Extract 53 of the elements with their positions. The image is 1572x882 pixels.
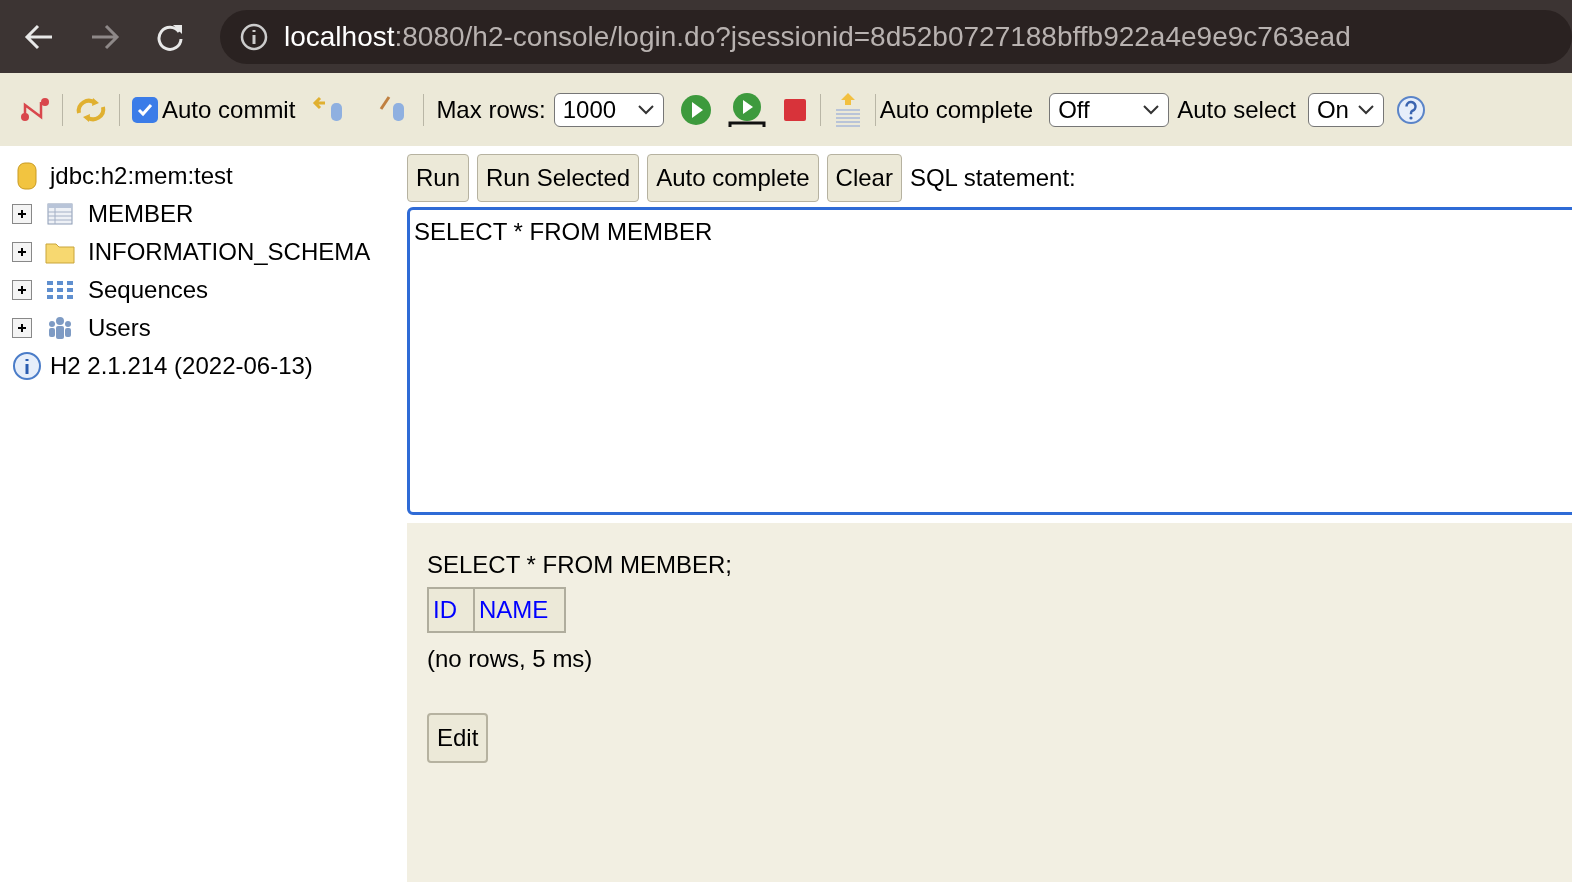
sql-statement-label: SQL statement:: [909, 163, 1076, 193]
column-header[interactable]: NAME: [474, 588, 566, 632]
run-selected-icon[interactable]: [727, 91, 766, 128]
auto-commit-checkbox[interactable]: [132, 96, 158, 123]
expand-toggle[interactable]: [12, 242, 32, 262]
auto-select-label: Auto select: [1177, 94, 1296, 125]
result-summary: (no rows, 5 ms): [427, 644, 593, 674]
chevron-down-icon: [636, 103, 655, 116]
edit-button[interactable]: Edit: [427, 713, 489, 763]
grid-icon: [45, 279, 75, 301]
plus-icon: [16, 208, 28, 220]
tree-item[interactable]: Users: [88, 310, 151, 346]
url-text: localhost:8080/h2-console/login.do?jsessionid=8d52b0727188bffb922a4e9e9c763ead: [284, 19, 1351, 54]
address-bar[interactable]: localhost:8080/h2-console/login.do?jsessionid=8d52b0727188bffb922a4e9e9c763ead: [220, 9, 1572, 64]
database-icon: [16, 161, 38, 191]
info-icon: [12, 351, 42, 381]
plus-icon: [16, 284, 28, 296]
column-header[interactable]: ID: [428, 588, 474, 632]
play-icon[interactable]: [679, 93, 712, 126]
help-icon[interactable]: [1395, 94, 1426, 125]
forward-arrow-icon[interactable]: [90, 23, 120, 50]
tree-item[interactable]: INFORMATION_SCHEMA: [88, 234, 371, 270]
toolbar-button[interactable]: Clear: [826, 154, 902, 202]
info-icon[interactable]: [240, 22, 268, 51]
disconnect-icon[interactable]: [20, 96, 50, 123]
auto-commit-label: Auto commit: [162, 94, 296, 125]
toolbar-button[interactable]: Auto complete: [647, 154, 819, 202]
expand-toggle[interactable]: [12, 318, 32, 338]
folder-icon: [45, 240, 75, 264]
tree-item[interactable]: Sequences: [88, 272, 209, 308]
chevron-down-icon: [1142, 103, 1161, 116]
chevron-down-icon: [1356, 103, 1375, 116]
users-icon: [47, 315, 73, 341]
sql-editor[interactable]: SELECT * FROM MEMBER: [407, 207, 1572, 515]
plus-icon: [16, 322, 28, 334]
auto-complete-label: Auto complete: [879, 94, 1034, 125]
toolbar-button[interactable]: Run: [407, 154, 470, 202]
max-rows-label: Max rows:: [436, 94, 546, 125]
version-label: H2 2.1.214 (2022-06-13): [50, 351, 313, 381]
result-statement: SELECT * FROM MEMBER;: [427, 550, 732, 580]
max-rows-select[interactable]: 1000: [553, 92, 664, 127]
stop-icon[interactable]: [781, 96, 808, 123]
tree-item[interactable]: MEMBER: [88, 196, 194, 232]
expand-toggle[interactable]: [12, 280, 32, 300]
toolbar-button[interactable]: Run Selected: [477, 154, 640, 202]
back-arrow-icon[interactable]: [24, 23, 54, 50]
auto-complete-select[interactable]: Off: [1049, 92, 1170, 127]
connection-label[interactable]: jdbc:h2:mem:test: [50, 158, 233, 194]
reload-icon[interactable]: [156, 22, 184, 51]
auto-select-select[interactable]: On: [1307, 92, 1384, 127]
expand-toggle[interactable]: [12, 204, 32, 224]
plus-icon: [16, 246, 28, 258]
table-icon: [47, 203, 73, 225]
